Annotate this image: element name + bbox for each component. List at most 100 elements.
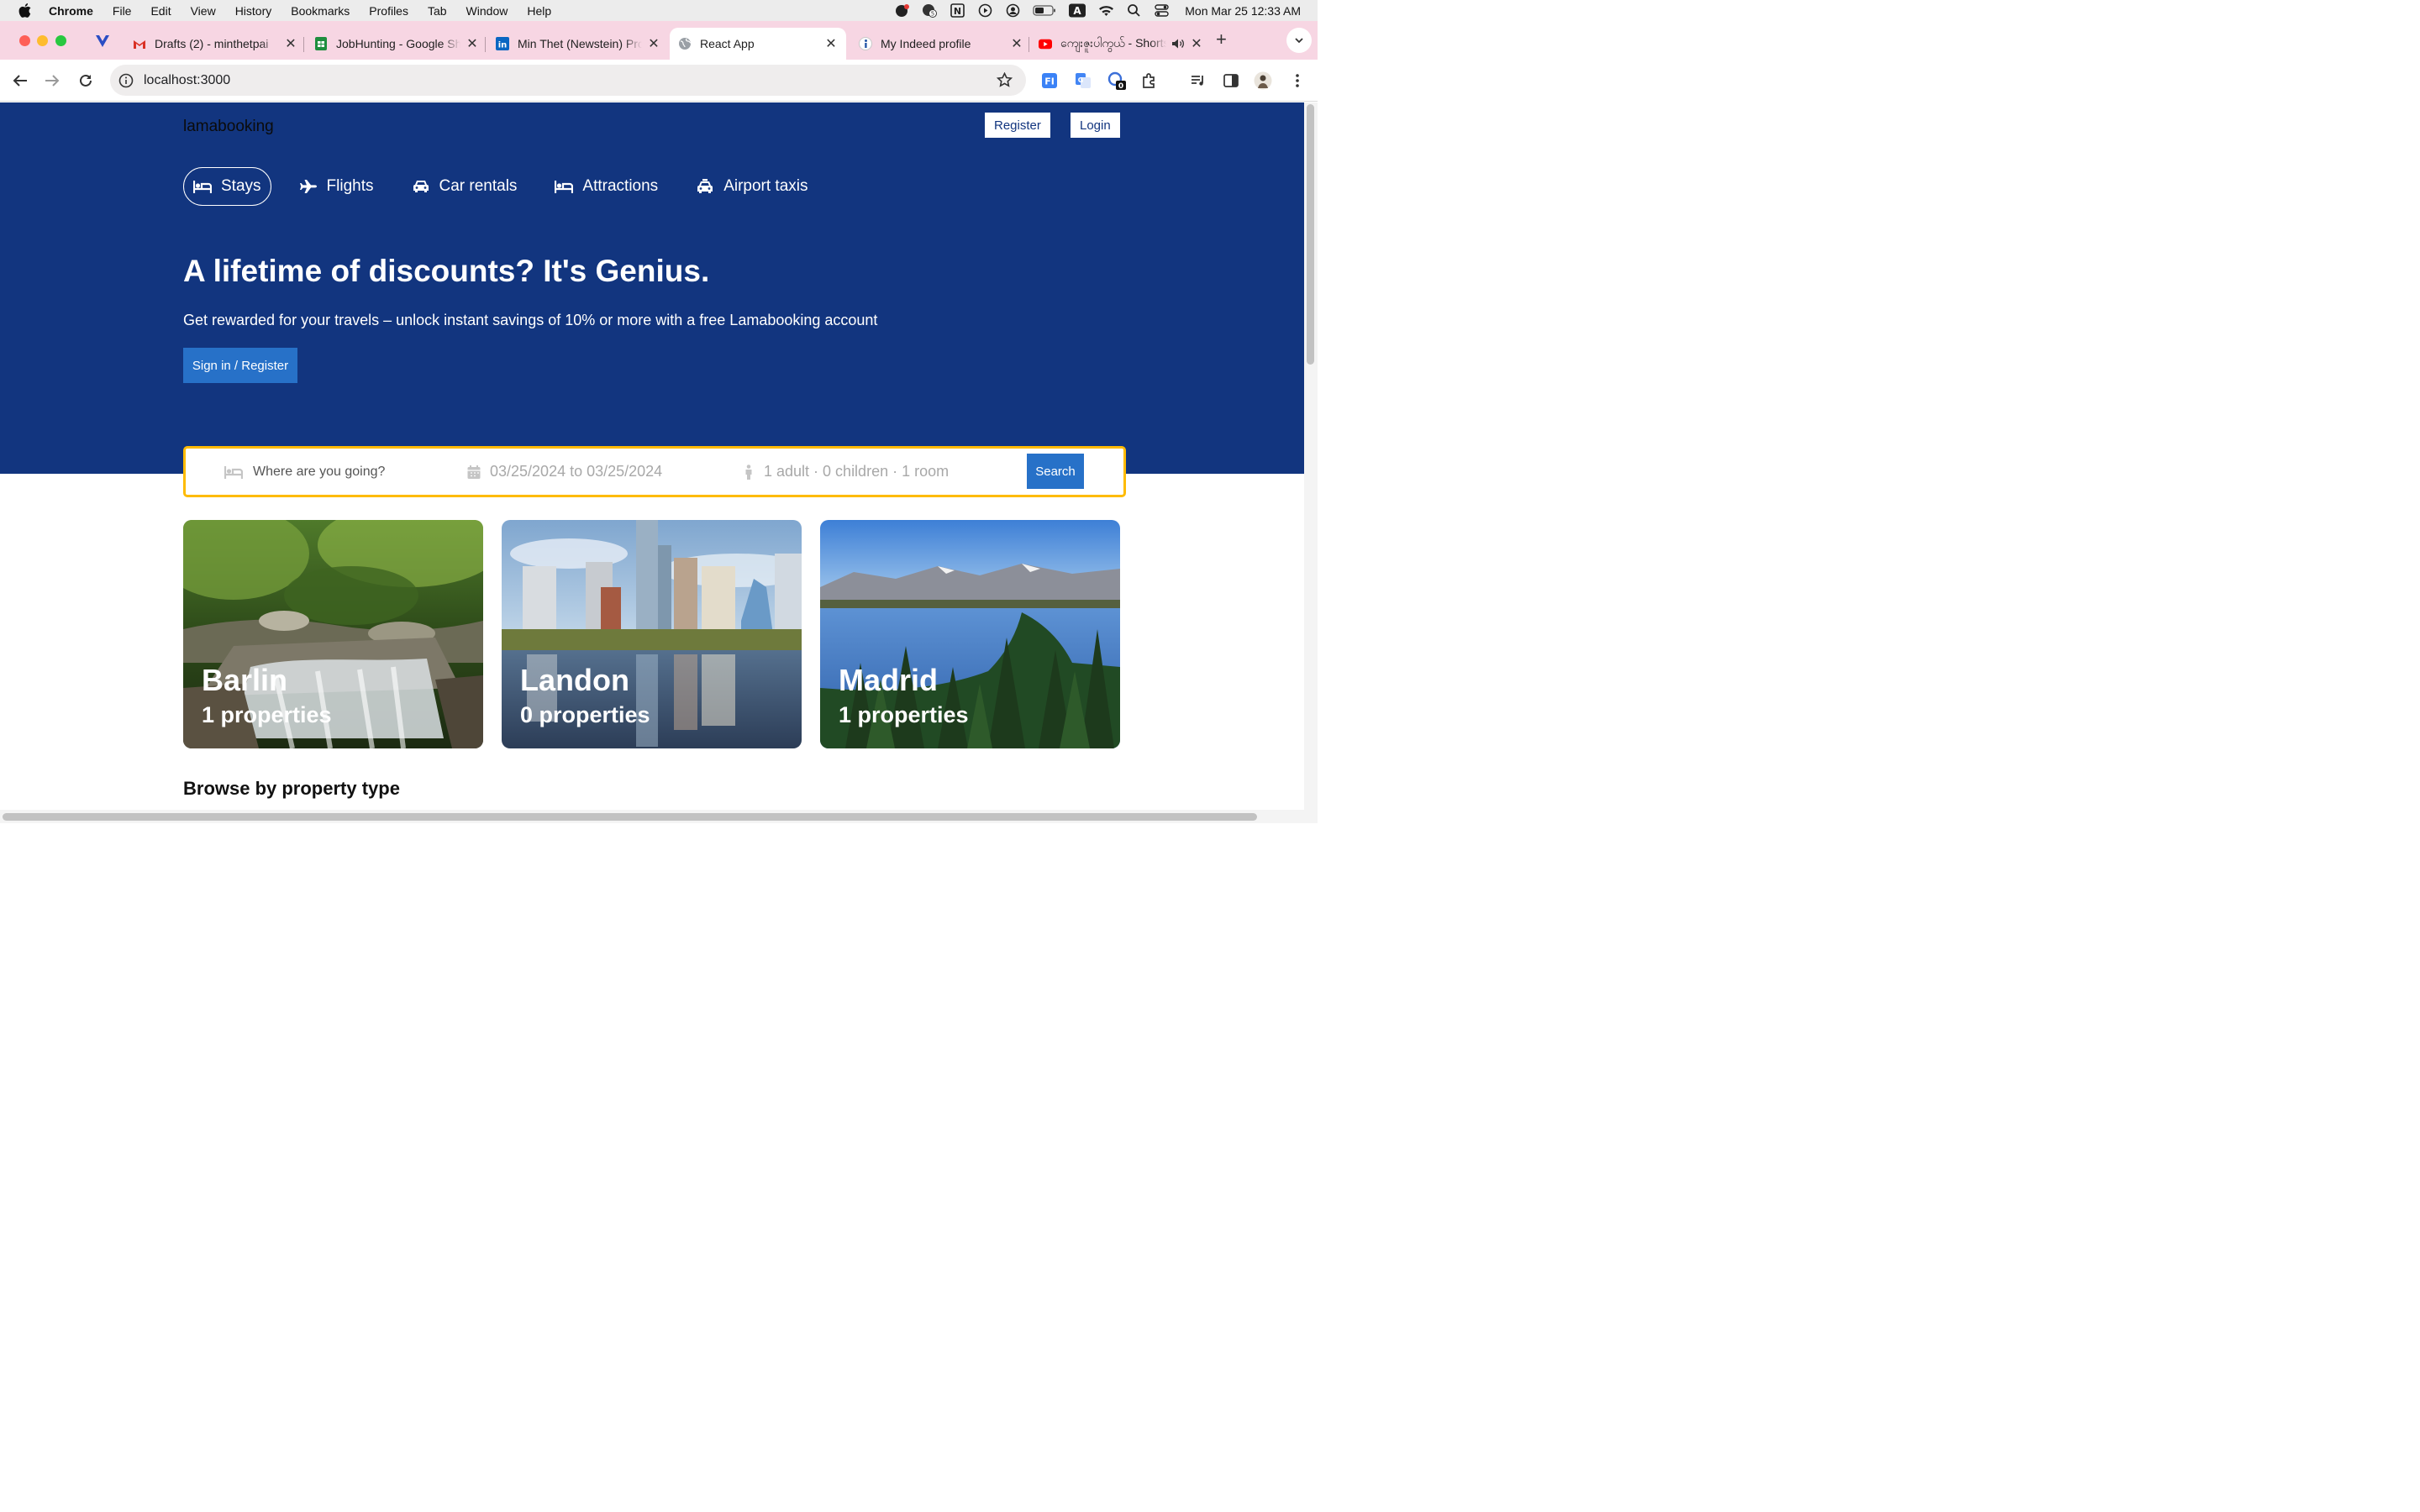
nav-airport-taxis[interactable]: Airport taxis [686,167,818,206]
reload-icon[interactable] [77,72,94,89]
tab-separator [1028,37,1029,52]
horizontal-scroll-thumb[interactable] [3,813,1257,821]
close-tab-icon[interactable]: ✕ [1010,35,1023,52]
clock[interactable]: Mon Mar 25 12:33 AM [1185,4,1301,18]
menu-tab[interactable]: Tab [428,4,447,18]
globe-icon [678,37,692,50]
menu-history[interactable]: History [235,4,272,18]
hero-description: Get rewarded for your travels – unlock i… [183,312,878,328]
indeed-icon [859,37,872,50]
tab-search-chevron-icon[interactable] [1286,28,1312,53]
city-name: Landon [520,663,629,697]
bookmark-star-icon[interactable] [997,72,1013,88]
apple-icon[interactable] [18,3,32,18]
search-button[interactable]: Search [1027,454,1084,489]
guests-text[interactable]: 1 adult · 0 children · 1 room [764,463,949,480]
close-tab-icon[interactable]: ✕ [1190,35,1203,52]
section-title-property-type: Browse by property type [183,778,400,799]
spotlight-search-icon[interactable] [1126,3,1142,18]
city-name: Barlin [202,663,288,697]
audio-playing-icon[interactable] [1171,38,1185,50]
site-logo[interactable]: lamabooking [183,118,274,136]
vertical-scroll-thumb[interactable] [1307,104,1314,365]
svg-text:0: 0 [1118,82,1123,90]
close-tab-icon[interactable]: ✕ [466,35,479,52]
control-center-icon[interactable] [1154,3,1170,18]
linkedin-icon: in [496,37,509,50]
play-icon[interactable] [977,3,993,18]
extension-badge-icon[interactable]: 0 [1107,71,1126,90]
horizontal-scrollbar[interactable] [0,810,1318,823]
tab-title: My Indeed profile [881,37,971,50]
menu-edit[interactable]: Edit [150,4,171,18]
destination-input[interactable] [253,464,421,480]
forward-arrow-icon[interactable] [44,72,60,89]
guests-field[interactable]: 1 adult · 0 children · 1 room [744,449,949,495]
puzzle-extensions-icon[interactable] [1140,71,1159,90]
city-property-count: 1 properties [839,702,969,727]
tab-react-app[interactable]: React App ✕ [670,28,846,60]
close-tab-icon[interactable]: ✕ [647,35,660,52]
date-range-text[interactable]: 03/25/2024 to 03/25/2024 [490,463,662,480]
featured-cities: Barlin 1 properties Landon 0 properties … [183,520,1120,748]
city-card-landon[interactable]: Landon 0 properties [502,520,802,748]
city-property-count: 1 properties [202,702,332,727]
vertical-scrollbar[interactable] [1304,102,1318,810]
menu-bar-tray: 5 N A Mon Mar 25 12:33 AM [894,0,1301,21]
header-nav: Stays Flights Car rentals Attractions Ai… [183,167,836,206]
site-info-icon[interactable] [118,73,134,88]
register-button[interactable]: Register [985,113,1050,138]
back-arrow-icon[interactable] [12,72,29,89]
menu-help[interactable]: Help [527,4,551,18]
tab-sheets[interactable]: JobHunting - Google Sheets ✕ [314,28,479,60]
viber-icon[interactable] [894,3,910,18]
close-tab-icon[interactable]: ✕ [284,35,297,52]
menu-view[interactable]: View [191,4,216,18]
city-property-count: 0 properties [520,702,650,727]
destination-field[interactable] [224,449,421,495]
calendar-icon [467,465,481,479]
address-bar[interactable]: localhost:3000 [110,65,1026,96]
menu-bookmarks[interactable]: Bookmarks [291,4,350,18]
url-text[interactable]: localhost:3000 [144,73,230,88]
side-panel-icon[interactable] [1222,71,1240,90]
tab-strip: Drafts (2) - minthetpai ✕ JobHunting - G… [0,21,1318,60]
chrome-menu-icon[interactable] [1288,71,1307,90]
pinned-tab[interactable] [91,32,114,50]
bed-icon [193,181,212,193]
tab-indeed[interactable]: My Indeed profile ✕ [859,28,1023,60]
translate-extension-icon[interactable]: FI [1040,71,1059,90]
notification-badge: 5 [931,11,934,18]
tab-youtube[interactable]: ကျေးဇူးပါကွယ် - Shorts ✕ [1039,28,1203,60]
nav-flights[interactable]: Flights [289,167,384,206]
nav-stays[interactable]: Stays [183,167,271,206]
user-icon[interactable] [1005,3,1021,18]
wifi-icon[interactable] [1098,3,1114,18]
notion-icon[interactable]: N [950,3,965,18]
tab-gmail[interactable]: Drafts (2) - minthetpai ✕ [133,28,297,60]
tab-linkedin[interactable]: in Min Thet (Newstein) Profile ✕ [496,28,660,60]
date-range-field[interactable]: 03/25/2024 to 03/25/2024 [466,449,662,495]
sign-in-register-button[interactable]: Sign in / Register [183,348,297,383]
menu-window[interactable]: Window [466,4,508,18]
zoom-window-button[interactable] [55,35,66,46]
close-tab-icon[interactable]: ✕ [824,35,838,52]
keyboard-input-icon[interactable]: A [1068,3,1086,18]
city-card-barlin[interactable]: Barlin 1 properties [183,520,483,748]
new-tab-plus-icon[interactable]: + [1216,29,1227,50]
media-controls-icon[interactable] [1189,71,1207,90]
menu-file[interactable]: File [113,4,132,18]
menu-profiles[interactable]: Profiles [369,4,408,18]
nav-attractions[interactable]: Attractions [544,167,668,206]
notification-icon[interactable]: 5 [922,3,938,18]
google-translate-icon[interactable]: G [1074,71,1092,90]
login-button[interactable]: Login [1071,113,1120,138]
minimize-window-button[interactable] [37,35,48,46]
profile-avatar[interactable] [1254,71,1272,90]
menu-app-chrome[interactable]: Chrome [49,4,93,18]
nav-car-rentals[interactable]: Car rentals [402,167,528,206]
macos-menu-bar: Chrome File Edit View History Bookmarks … [0,0,1318,21]
city-card-madrid[interactable]: Madrid 1 properties [820,520,1120,748]
search-bar: 03/25/2024 to 03/25/2024 1 adult · 0 chi… [183,446,1126,497]
close-window-button[interactable] [19,35,30,46]
